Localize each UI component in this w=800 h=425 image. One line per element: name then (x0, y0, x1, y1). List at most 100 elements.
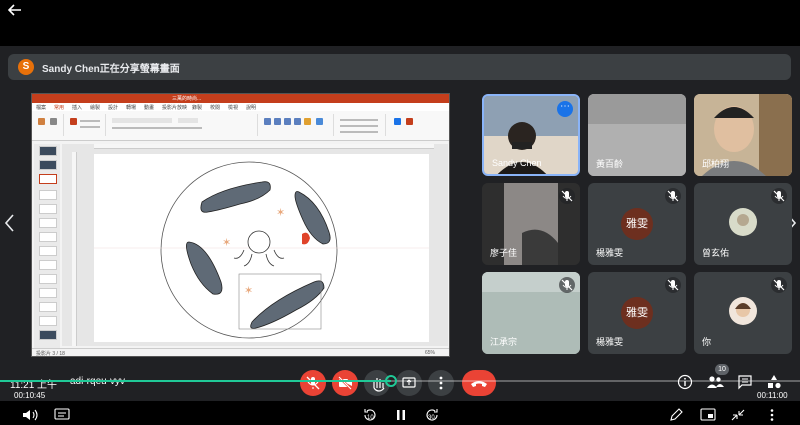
player-more-button[interactable] (764, 408, 780, 422)
ribbon-group (66, 114, 106, 136)
ribbon-group (260, 114, 334, 136)
pause-button[interactable] (393, 408, 409, 422)
ribbon-tabs: 檔案 常用 插入 繪製 設計 轉場 動畫 投影片放映 錄製 校閱 檢視 說明 (32, 103, 449, 111)
slide-thumbnail[interactable] (39, 218, 57, 228)
participant-tile[interactable]: 黃百齡 (588, 94, 686, 176)
ribbon-toolbar (32, 111, 449, 141)
slide-thumbnail[interactable] (39, 232, 57, 242)
slide-thumbnail[interactable] (39, 274, 57, 284)
ribbon-group (388, 114, 418, 136)
ribbon-tab: 校閱 (210, 105, 221, 111)
whale (250, 280, 325, 329)
participant-name: 曾玄佑 (702, 248, 730, 258)
participant-tile[interactable]: 廖子佳 (482, 183, 580, 265)
more-vertical-icon (770, 409, 774, 421)
playback-progress-track[interactable] (0, 380, 800, 382)
participant-name: 楊雅雯 (596, 337, 624, 347)
prev-page-chevron-icon[interactable] (4, 213, 15, 237)
volume-icon (23, 409, 38, 421)
slide-canvas: ✶ ✶ ✶ (94, 154, 429, 342)
font-size-box (178, 118, 198, 123)
zoom-level: 65% (424, 350, 435, 356)
slide-thumbnail[interactable] (39, 330, 57, 340)
muted-mic-icon (559, 277, 575, 293)
rewind-button[interactable]: 10 (362, 408, 378, 422)
participant-tile[interactable]: 雅雯 楊雅雯 (588, 272, 686, 354)
camera-off-button[interactable] (332, 370, 358, 396)
share-banner-text: Sandy Chen正在分享螢幕畫面 (42, 64, 180, 75)
exit-fullscreen-button[interactable] (730, 408, 746, 422)
forward-seconds: 30 (428, 415, 435, 421)
ribbon-item (80, 126, 100, 128)
video-player: S Sandy Chen正在分享螢幕畫面 三萬的時尚... 檔案 常用 插入 繪… (0, 0, 800, 425)
ribbon-item (340, 125, 378, 127)
share-banner: S Sandy Chen正在分享螢幕畫面 (8, 54, 791, 80)
participant-tile[interactable]: 曾玄佑 (694, 183, 792, 265)
participant-tile[interactable]: 雅雯 楊雅雯 (588, 183, 686, 265)
current-time: 00:10:45 (14, 391, 46, 400)
more-vertical-icon (439, 376, 443, 390)
subtitles-button[interactable] (54, 408, 70, 422)
participant-tile[interactable]: 你 (694, 272, 792, 354)
mic-off-button[interactable] (300, 370, 326, 396)
picture-in-picture-button[interactable] (700, 408, 716, 422)
ruler-vertical (72, 152, 77, 346)
whale (200, 181, 271, 213)
muted-mic-icon (665, 277, 681, 293)
slide-thumbnail[interactable] (39, 160, 57, 170)
chat-button[interactable] (737, 374, 755, 390)
font-name-box (112, 118, 172, 123)
participant-tile[interactable]: 江承宗 (482, 272, 580, 354)
draw-button[interactable] (668, 408, 684, 422)
slide-thumbnail[interactable] (39, 288, 57, 298)
slide-thumbnail[interactable] (39, 316, 57, 326)
ribbon-tab: 說明 (246, 105, 257, 111)
slide-thumbnail[interactable] (39, 190, 57, 200)
activities-button[interactable] (766, 374, 784, 390)
shape-icon (294, 118, 301, 125)
people-button[interactable] (706, 374, 724, 390)
activities-icon (768, 375, 781, 389)
powerpoint-window-title: 三萬的時尚... (172, 96, 202, 102)
ruler-horizontal (94, 144, 434, 149)
forward-button[interactable]: 30 (424, 408, 440, 422)
slide-thumbnail[interactable] (39, 260, 57, 270)
subtitles-icon (54, 408, 70, 420)
quick-styles-icon (316, 118, 323, 125)
participant-tile[interactable]: ⋯ Sandy Chen (482, 94, 580, 176)
mic-off-icon (306, 376, 320, 390)
ribbon-group (108, 114, 258, 136)
participant-name: 江承宗 (490, 337, 518, 347)
volume-button[interactable] (22, 408, 38, 422)
leave-call-button[interactable] (462, 370, 496, 396)
ribbon-tab: 錄製 (192, 105, 203, 111)
shape-icon (284, 118, 291, 125)
slide-thumbnail[interactable] (39, 204, 57, 214)
slide-thumbnail[interactable] (39, 146, 57, 156)
info-icon (677, 374, 693, 390)
shape-icon (274, 118, 281, 125)
present-screen-button[interactable] (396, 370, 422, 396)
more-actions-button[interactable] (428, 370, 454, 396)
meeting-details-button[interactable] (677, 374, 695, 390)
ribbon-tab: 常用 (54, 105, 65, 111)
camera-off-icon (338, 376, 352, 390)
slide-thumbnail-selected[interactable] (39, 174, 57, 184)
playback-progress-fill (0, 380, 391, 382)
total-time: 00:11:00 (757, 391, 788, 400)
participant-name: 廖子佳 (490, 248, 518, 258)
pencil-icon (670, 408, 683, 421)
participant-name: 楊雅雯 (596, 248, 624, 258)
cut-icon (50, 118, 57, 125)
slide-thumbnail[interactable] (39, 246, 57, 256)
back-arrow-icon[interactable] (7, 3, 26, 19)
participant-tile[interactable]: 邱柏翔 (694, 94, 792, 176)
octopus (247, 230, 271, 254)
participant-avatar: 雅雯 (621, 208, 653, 240)
ribbon-tab: 檔案 (36, 105, 47, 111)
slide-thumbnail[interactable] (39, 302, 57, 312)
playback-scrubber-handle[interactable] (385, 375, 397, 387)
participant-avatar: 雅雯 (621, 297, 653, 329)
more-options-button[interactable]: ⋯ (557, 101, 573, 117)
dictate-icon (394, 118, 401, 125)
